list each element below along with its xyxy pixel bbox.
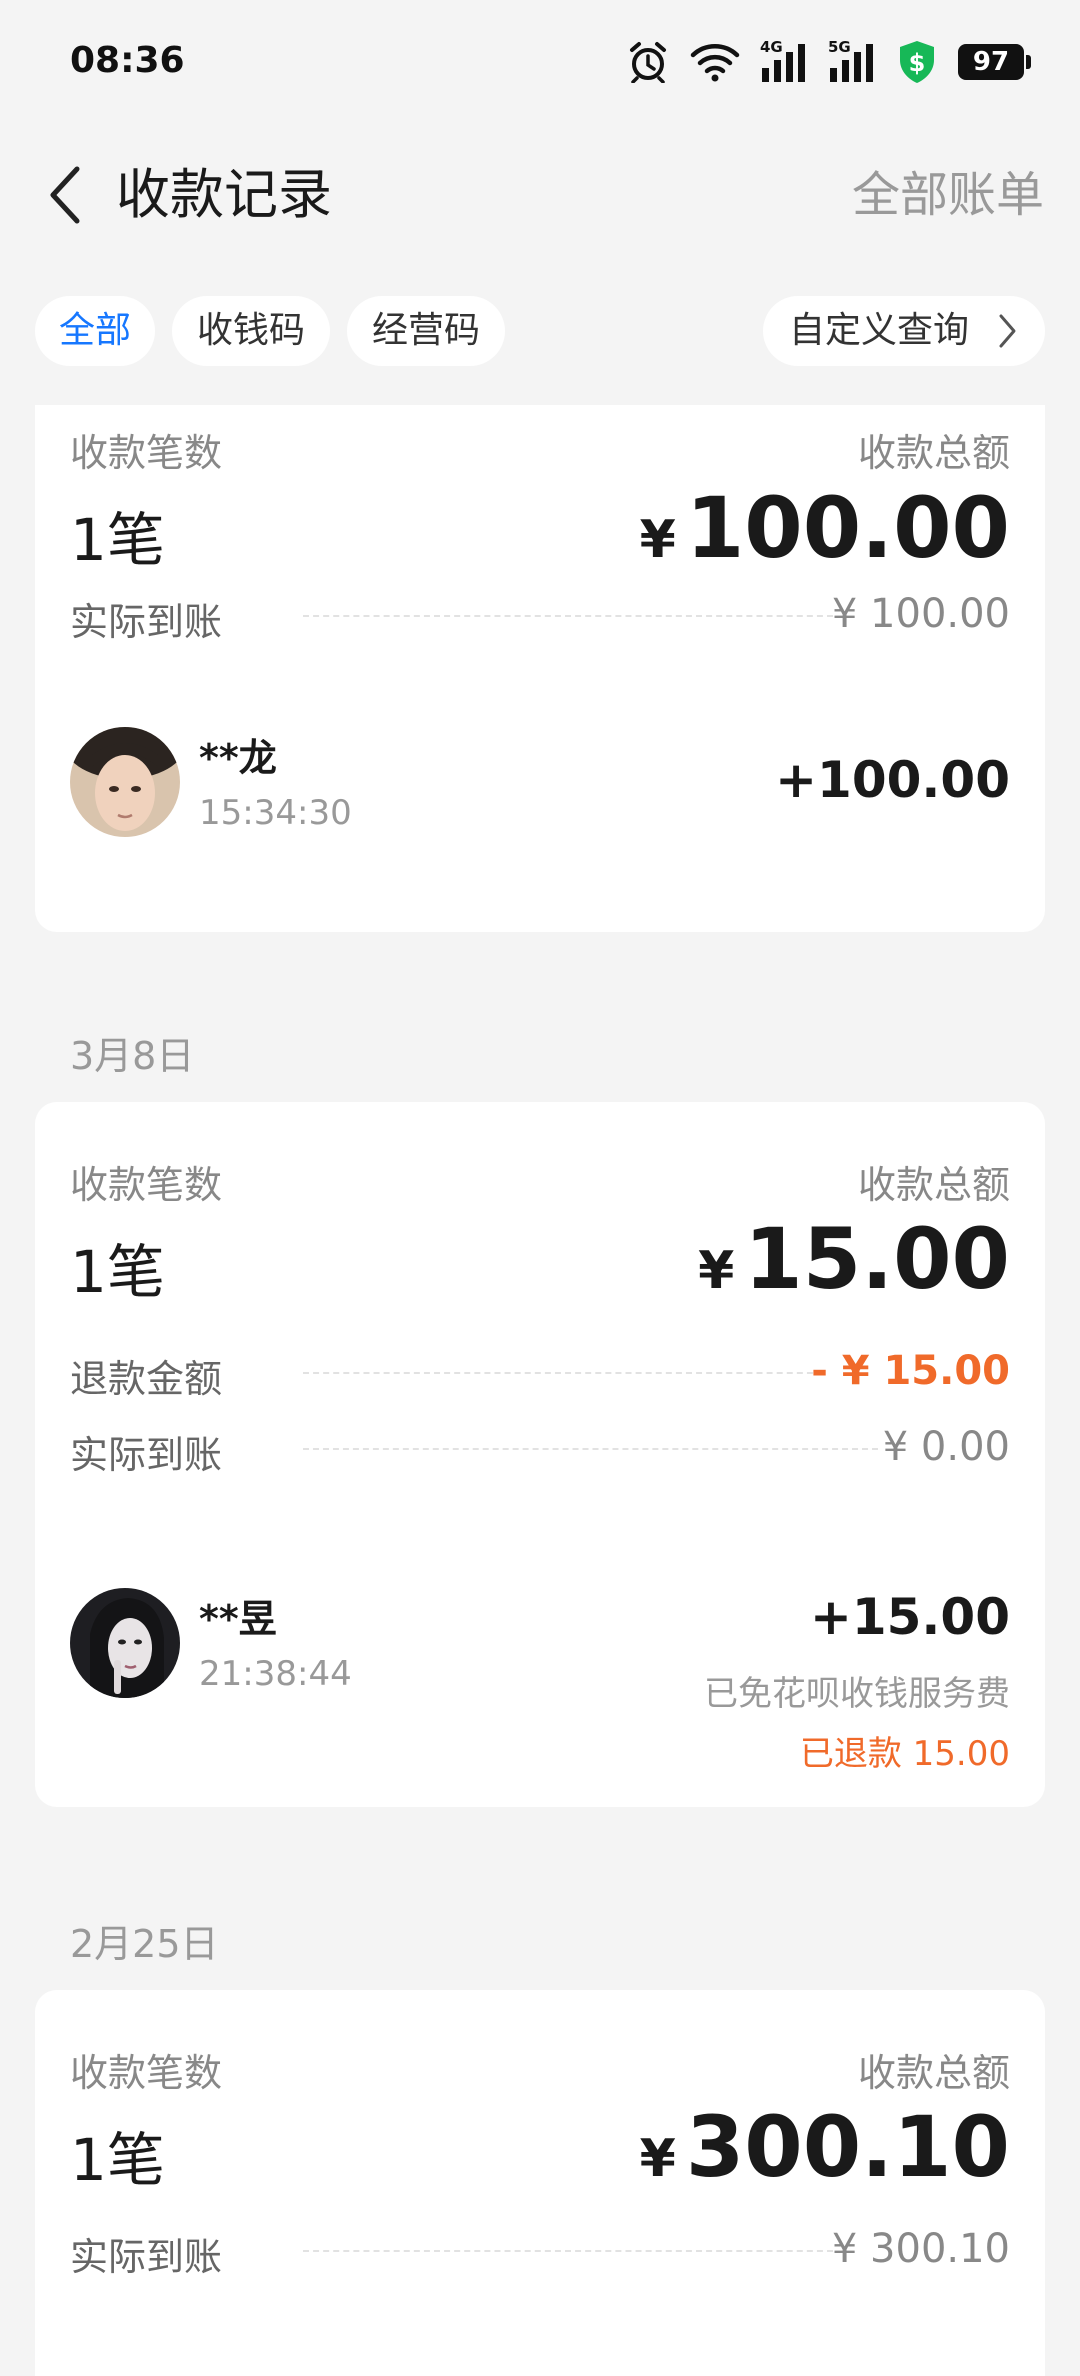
received-label: 实际到账 [70,2235,223,2279]
total-value: 300.10 [685,2098,1010,2196]
filter-qr-business-chip[interactable]: 经营码 [347,296,505,366]
count-label: 收款笔数 [70,2051,223,2095]
summary-card: 收款笔数 收款总额 1笔 ¥15.00 退款金额 - ¥ 15.00 实际到账 … [35,1102,1045,1807]
count-value: 1笔 [70,506,165,574]
dotted-leader [303,1372,823,1374]
refund-value: - ¥ 15.00 [811,1348,1010,1394]
summary-card: 收款笔数 收款总额 1笔 ¥300.10 实际到账 ¥ 300.10 [35,1990,1045,2376]
transaction-time: 21:38:44 [199,1654,352,1694]
currency-symbol: ¥ [639,510,676,570]
count-value: 1笔 [70,1238,165,1306]
total-label: 收款总额 [857,2051,1010,2095]
battery-indicator: 97 [958,44,1031,80]
filter-all-chip[interactable]: 全部 [35,296,155,366]
filter-qr-collect-chip[interactable]: 收钱码 [172,296,330,366]
received-value: ¥ 300.10 [831,2226,1010,2272]
page-title: 收款记录 [116,163,332,226]
received-value: ¥ 0.00 [882,1424,1010,1470]
total-value: 15.00 [744,1210,1010,1308]
custom-query-chip[interactable]: 自定义查询 [763,296,1045,366]
security-shield-icon: $ [900,41,934,83]
total-value: 100.00 [685,479,1010,577]
refund-label: 退款金额 [70,1357,223,1401]
received-label: 实际到账 [70,1433,223,1477]
count-label: 收款笔数 [70,431,223,475]
dotted-leader [303,1448,878,1450]
transaction-amount: +100.00 [775,751,1010,809]
transaction-amount: +15.00 [809,1588,1010,1646]
chevron-left-icon [50,166,80,224]
alarm-icon [630,42,666,83]
chevron-right-icon [999,314,1016,348]
date-header: 3月8日 [70,1034,195,1078]
received-label: 实际到账 [70,600,223,644]
back-button[interactable] [30,160,100,230]
currency-symbol: ¥ [639,2129,676,2189]
refund-note: 已退款 15.00 [799,1734,1010,1774]
svg-text:$: $ [909,49,926,77]
total-amount: ¥15.00 [698,1210,1010,1308]
net-4g-label: 4G [760,38,783,56]
records-list[interactable]: 收款笔数 收款总额 1笔 ¥100.00 实际到账 ¥ 100.00 **龙 1… [0,405,1080,2376]
signal-4g: 4G [760,38,808,82]
received-value: ¥ 100.00 [831,591,1010,637]
nav-bar: 收款记录 全部账单 [0,130,1080,260]
filter-row: 全部 收钱码 经营码 自定义查询 [0,296,1080,368]
status-icons: 4G 5G $ 97 [628,38,1031,86]
wifi-icon [690,44,740,82]
status-time: 08:36 [70,40,185,81]
total-amount: ¥300.10 [640,2098,1010,2196]
payer-name: **龙 [199,736,277,780]
total-label: 收款总额 [857,1163,1010,1207]
custom-query-label: 自定义查询 [789,310,970,351]
dotted-leader [303,615,833,617]
avatar [70,1588,180,1698]
net-5g-label: 5G [828,38,851,56]
count-value: 1笔 [70,2126,165,2194]
summary-card: 收款笔数 收款总额 1笔 ¥100.00 实际到账 ¥ 100.00 **龙 1… [35,405,1045,932]
payer-name: **昱 [199,1597,277,1641]
status-bar: 08:36 4G 5G $ 97 [0,0,1080,130]
transaction-time: 15:34:30 [199,793,352,833]
currency-symbol: ¥ [698,1241,735,1301]
all-bills-link[interactable]: 全部账单 [852,160,1044,230]
dotted-leader [303,2250,833,2252]
fee-waived-note: 已免花呗收钱服务费 [704,1674,1010,1714]
signal-5g: 5G [828,38,876,82]
date-header: 2月25日 [70,1922,219,1966]
total-label: 收款总额 [857,431,1010,475]
avatar [70,727,180,837]
total-amount: ¥100.00 [640,479,1010,577]
count-label: 收款笔数 [70,1163,223,1207]
